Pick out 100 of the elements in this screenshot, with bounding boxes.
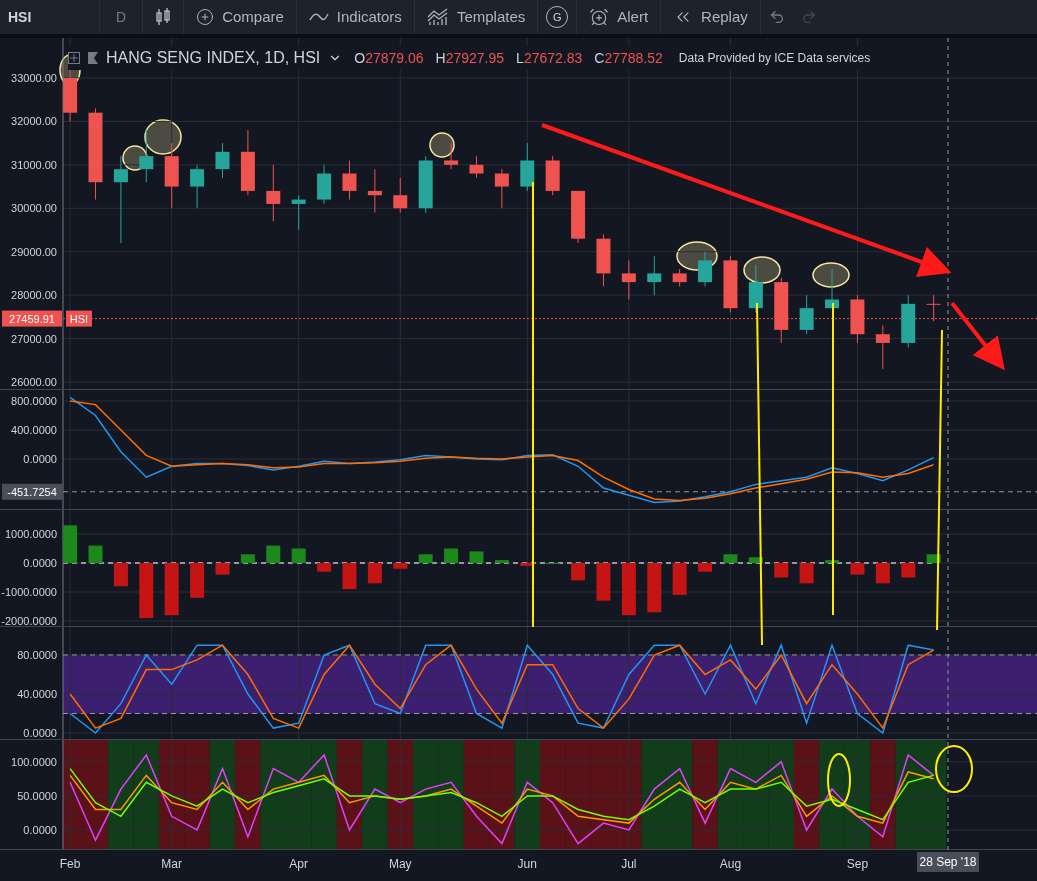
histogram-bar (825, 560, 840, 563)
candlestick (647, 255, 662, 296)
compare-button[interactable]: Compare (184, 0, 297, 34)
histogram-bar (266, 545, 281, 563)
histogram-bar (113, 563, 128, 587)
candlestick (317, 164, 332, 205)
axis-label: 80.0000 (17, 649, 57, 661)
ohlc-label: O (354, 48, 366, 68)
ref-line-label: -451.7254 (7, 485, 57, 498)
interval-button[interactable]: D (100, 0, 144, 34)
candlestick (723, 255, 738, 313)
candlestick (520, 142, 535, 192)
ohlc-label: H (435, 48, 446, 68)
histogram-bar (698, 563, 713, 572)
histogram-bar (469, 551, 484, 563)
highlight-ellipse (676, 241, 718, 271)
symbol-button[interactable]: HSI (0, 0, 100, 34)
histogram-bar (88, 545, 103, 563)
candlestick (444, 142, 459, 170)
histogram-bar (444, 548, 459, 563)
histogram-bar (875, 563, 890, 584)
histogram-bar (571, 563, 586, 581)
axis-label: 0.0000 (23, 727, 57, 739)
candlestick (164, 142, 179, 209)
histogram-bar (164, 563, 179, 616)
axis-label: -2000.0000 (1, 615, 57, 627)
ohlc-value: 27672.83 (523, 48, 583, 68)
candlestick (774, 277, 789, 344)
templates-button[interactable]: Templates (414, 0, 539, 34)
histogram-bar (215, 563, 230, 575)
histogram-bar (240, 554, 255, 563)
histogram-bar (748, 557, 763, 563)
candlestick (139, 129, 154, 183)
candlestick (215, 142, 230, 179)
axis-label: 30000.00 (11, 202, 57, 215)
candlestick (469, 155, 484, 179)
candlestick (266, 164, 281, 222)
histogram-bar (63, 525, 78, 563)
candlestick (621, 259, 636, 300)
histogram-bar (342, 563, 357, 590)
axis-label: 29000.00 (11, 245, 57, 258)
histogram-bar (367, 563, 382, 584)
histogram-bar (774, 563, 789, 578)
histogram-bar (190, 563, 205, 598)
candlestick (494, 168, 509, 209)
axis-label: Sep (846, 857, 869, 871)
value-tag: -451.7254 (2, 483, 62, 500)
histogram-bar (520, 563, 535, 566)
histogram-bar (621, 563, 636, 616)
axis-label: 800.0000 (11, 395, 57, 407)
candlestick (672, 268, 687, 287)
wave-icon (308, 12, 329, 22)
axis-label: 0.0000 (23, 453, 57, 466)
candlestick (367, 168, 382, 214)
histogram-bar (393, 563, 408, 569)
candlestick (698, 251, 713, 287)
histogram-bar (317, 563, 332, 572)
data-source-text: Data Provided by ICE Data services (678, 50, 871, 67)
highlight-ellipse (812, 262, 850, 288)
histogram-bar (418, 554, 433, 563)
highlight-ellipse (429, 132, 455, 158)
axis-label: 100.0000 (11, 755, 57, 768)
axis-label: Apr (289, 857, 309, 871)
axis-label: 40.0000 (17, 688, 57, 700)
candlestick-icon (155, 8, 172, 26)
ohlc-label: L (516, 48, 524, 68)
add-icon (68, 52, 80, 64)
candlestick (418, 155, 433, 214)
ohlc-value: 27927.95 (445, 48, 505, 68)
ohlc-value: 27879.06 (365, 48, 424, 68)
axis-label: Aug (719, 857, 742, 871)
candlestick (571, 190, 586, 244)
histogram-bar (901, 563, 916, 578)
axis-label: Jul (621, 857, 637, 871)
symbol-title: HANG SENG INDEX, 1D, HSI (106, 48, 321, 68)
histogram-bar (723, 554, 738, 563)
candlestick (545, 155, 560, 196)
histogram-bar (647, 563, 662, 613)
axis-label: -1000.0000 (1, 586, 57, 598)
highlight-ellipse (743, 256, 781, 284)
highlight-ellipse (827, 753, 851, 807)
axis-label: 1000.0000 (5, 528, 57, 540)
replay-button[interactable]: Replay (661, 0, 761, 34)
candlestick (748, 264, 763, 313)
ohlc-value: 27788.52 (604, 48, 663, 68)
alert-button[interactable]: Alert (577, 0, 662, 34)
flag-icon (88, 52, 98, 64)
value-tag: 27459.91 (2, 310, 62, 327)
trend-arrow (950, 301, 1005, 371)
histogram-bar (799, 563, 814, 584)
candlestick (850, 294, 865, 344)
axis-label: 27000.00 (11, 332, 57, 345)
axis-label: 400.0000 (11, 424, 57, 436)
candlestick (901, 294, 916, 348)
candlestick (63, 68, 78, 122)
histogram-bar (926, 554, 941, 563)
ohlc-label: C (594, 48, 605, 68)
highlight-ellipse (935, 745, 973, 793)
indicators-button[interactable]: Indicators (296, 0, 415, 34)
axis-label: May (388, 857, 412, 871)
